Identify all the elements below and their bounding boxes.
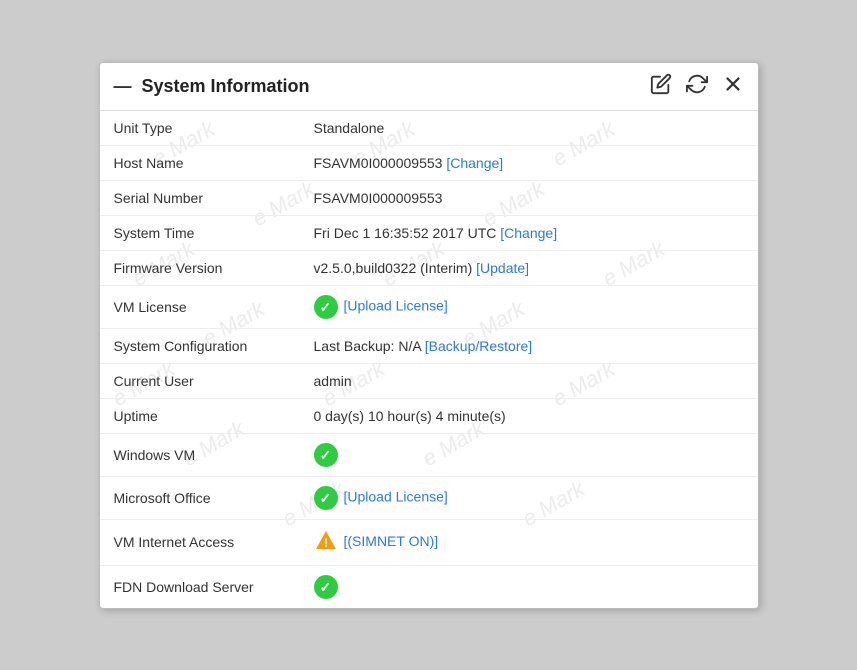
row-value: FSAVM0I000009553: [300, 180, 758, 215]
row-label: Host Name: [100, 145, 300, 180]
close-icon[interactable]: [722, 73, 744, 100]
table-row: Firmware Versionv2.5.0,build0322 (Interi…: [100, 250, 758, 285]
table-row: Microsoft Office ✓ [Upload License]: [100, 476, 758, 519]
row-value: ✓: [300, 565, 758, 608]
table-row: VM License ✓ [Upload License]: [100, 285, 758, 328]
row-label: VM License: [100, 285, 300, 328]
edit-icon[interactable]: [650, 73, 672, 100]
table-row: Current Useradmin: [100, 363, 758, 398]
row-value: ✓: [300, 433, 758, 476]
check-icon: ✓: [314, 443, 338, 467]
row-value: admin: [300, 363, 758, 398]
row-label: System Configuration: [100, 328, 300, 363]
system-info-panel: — System Information: [99, 62, 759, 609]
row-action-link[interactable]: [Upload License]: [344, 488, 448, 504]
check-icon: ✓: [314, 295, 338, 319]
row-label: System Time: [100, 215, 300, 250]
table-row: System ConfigurationLast Backup: N/A [Ba…: [100, 328, 758, 363]
refresh-icon[interactable]: [686, 73, 708, 100]
row-value: ! [(SIMNET ON)]: [300, 519, 758, 565]
svg-text:!: !: [324, 536, 328, 550]
row-value: Fri Dec 1 16:35:52 2017 UTC [Change]: [300, 215, 758, 250]
table-row: Windows VM ✓: [100, 433, 758, 476]
title-group: — System Information: [114, 76, 310, 97]
row-label: VM Internet Access: [100, 519, 300, 565]
warn-icon: !: [314, 529, 338, 556]
row-action-link[interactable]: [Update]: [476, 260, 529, 276]
row-value: Standalone: [300, 111, 758, 146]
panel-title: System Information: [142, 76, 310, 97]
row-action-link[interactable]: [Change]: [446, 155, 503, 171]
row-label: Serial Number: [100, 180, 300, 215]
row-value-text: v2.5.0,build0322 (Interim): [314, 260, 477, 276]
row-value-text: Last Backup: N/A: [314, 338, 425, 354]
check-icon: ✓: [314, 575, 338, 599]
row-action-link[interactable]: [Upload License]: [344, 297, 448, 313]
row-value: v2.5.0,build0322 (Interim) [Update]: [300, 250, 758, 285]
row-label: Current User: [100, 363, 300, 398]
table-row: Serial NumberFSAVM0I000009553: [100, 180, 758, 215]
table-row: Host NameFSAVM0I000009553 [Change]: [100, 145, 758, 180]
row-label: Windows VM: [100, 433, 300, 476]
panel-body: e Mark e Mark e Mark e Mark e Mark e Mar…: [100, 111, 758, 608]
row-action-link[interactable]: [Change]: [500, 225, 557, 241]
table-row: Uptime0 day(s) 10 hour(s) 4 minute(s): [100, 398, 758, 433]
panel-header: — System Information: [100, 63, 758, 111]
table-row: Unit TypeStandalone: [100, 111, 758, 146]
row-value: ✓ [Upload License]: [300, 476, 758, 519]
row-value: 0 day(s) 10 hour(s) 4 minute(s): [300, 398, 758, 433]
panel-actions: [650, 73, 744, 100]
table-row: System TimeFri Dec 1 16:35:52 2017 UTC […: [100, 215, 758, 250]
row-label: Firmware Version: [100, 250, 300, 285]
row-label: Uptime: [100, 398, 300, 433]
row-value-text: Fri Dec 1 16:35:52 2017 UTC: [314, 225, 501, 241]
collapse-icon: —: [114, 76, 132, 97]
row-value: ✓ [Upload License]: [300, 285, 758, 328]
row-label: Microsoft Office: [100, 476, 300, 519]
row-value: Last Backup: N/A [Backup/Restore]: [300, 328, 758, 363]
table-row: VM Internet Access ! [(SIMNET ON)]: [100, 519, 758, 565]
info-table: Unit TypeStandaloneHost NameFSAVM0I00000…: [100, 111, 758, 608]
row-label: Unit Type: [100, 111, 300, 146]
row-label: FDN Download Server: [100, 565, 300, 608]
check-icon: ✓: [314, 486, 338, 510]
row-action-link[interactable]: [(SIMNET ON)]: [344, 533, 439, 549]
table-row: FDN Download Server ✓: [100, 565, 758, 608]
row-value: FSAVM0I000009553 [Change]: [300, 145, 758, 180]
row-action-link[interactable]: [Backup/Restore]: [425, 338, 532, 354]
row-value-text: FSAVM0I000009553: [314, 155, 447, 171]
